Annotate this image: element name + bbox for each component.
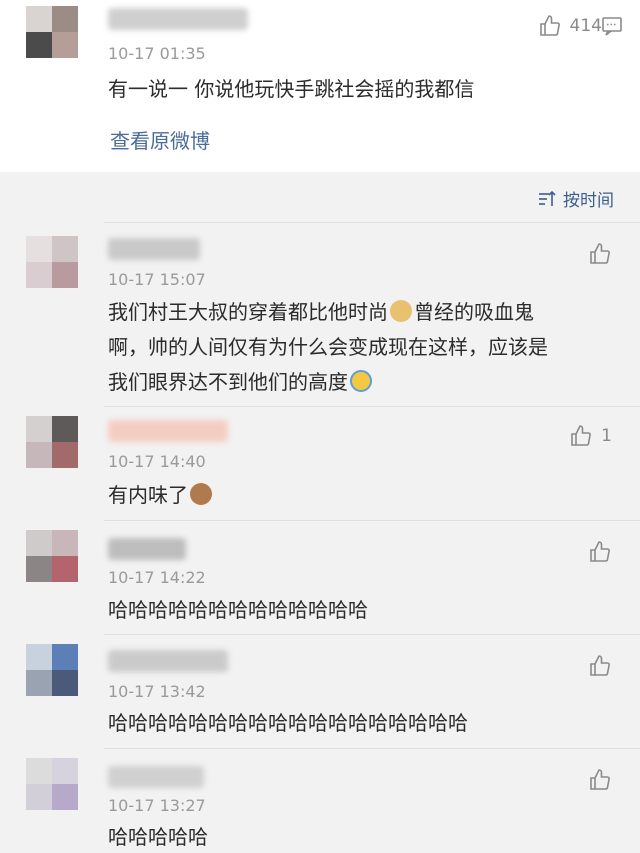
comment-text: 我们村王大叔的穿着都比他时尚 曾经的吸血鬼 (108, 295, 534, 330)
thumbs-up-icon (590, 769, 610, 790)
thumbs-up-icon (571, 425, 592, 446)
like-button[interactable]: 1 (569, 424, 612, 448)
thumbs-up-icon (590, 243, 610, 264)
sort-by-time-button[interactable]: 按时间 (537, 186, 614, 211)
comment-time: 10-17 14:40 (108, 452, 206, 471)
username-blurred[interactable] (108, 766, 204, 788)
thumbs-up-icon (590, 655, 610, 676)
comment-icon (602, 17, 622, 36)
comment-text: 有一说一 你说他玩快手跳社会摇的我都信 (108, 77, 475, 101)
avatar[interactable] (26, 758, 78, 810)
comment-text: 有内味了 (108, 478, 214, 513)
comment-time: 10-17 14:22 (108, 568, 206, 587)
laugh-cry-emoji-icon (350, 370, 372, 392)
like-count: 1 (601, 426, 612, 446)
top-comment-card: 10-17 01:35 414 有一说一 你说他玩快手跳社会摇的我都信 查看原微… (0, 0, 640, 172)
comment-text-line: 我们村王大叔的穿着都比他时尚 (108, 300, 388, 324)
like-button[interactable] (588, 768, 612, 792)
view-original-link[interactable]: 查看原微博 (110, 125, 210, 154)
like-button[interactable] (588, 654, 612, 678)
username-blurred[interactable] (108, 8, 248, 30)
avatar[interactable] (26, 644, 78, 696)
divider (104, 520, 640, 521)
divider (104, 406, 640, 407)
comment-text-line: 啊，帅的人间仅有为什么会变成现在这样，应该是 (108, 335, 548, 359)
avatar[interactable] (26, 236, 78, 288)
sort-icon (539, 190, 556, 206)
sort-label: 按时间 (563, 191, 614, 211)
sort-bar: 按时间 (0, 172, 640, 222)
comment-text: 哈哈哈哈哈 (108, 825, 208, 849)
comment-time: 10-17 13:27 (108, 796, 206, 815)
comment-text: 我们眼界达不到他们的高度 (108, 365, 374, 400)
thumbs-up-icon (590, 541, 610, 562)
divider (104, 748, 640, 749)
comment-time: 10-17 13:42 (108, 682, 206, 701)
like-count: 414 (569, 16, 602, 36)
avatar[interactable] (26, 530, 78, 582)
comment-text: 哈哈哈哈哈哈哈哈哈哈哈哈哈 (108, 598, 368, 622)
avatar[interactable] (26, 416, 78, 468)
username-blurred[interactable] (108, 238, 200, 260)
username-blurred[interactable] (108, 538, 186, 560)
monkey-emoji-icon (190, 483, 212, 505)
comment-button[interactable] (600, 14, 624, 38)
comment-text: 哈哈哈哈哈哈哈哈哈哈哈哈哈哈哈哈哈哈 (108, 711, 468, 735)
like-button[interactable] (588, 540, 612, 564)
comment-text-line: 我们眼界达不到他们的高度 (108, 370, 348, 394)
comment-time: 10-17 01:35 (108, 44, 206, 63)
username-blurred[interactable] (108, 420, 228, 442)
username-blurred[interactable] (108, 650, 228, 672)
comment-text-line: 有内味了 (108, 483, 188, 507)
comment-text-line: 曾经的吸血鬼 (414, 300, 534, 324)
like-button[interactable]: 414 (538, 14, 602, 38)
comment-time: 10-17 15:07 (108, 270, 206, 289)
divider (104, 634, 640, 635)
divider (104, 222, 640, 223)
thumbs-up-icon (539, 15, 560, 36)
doge-emoji-icon (390, 300, 412, 322)
avatar[interactable] (26, 6, 78, 58)
like-button[interactable] (588, 242, 612, 266)
